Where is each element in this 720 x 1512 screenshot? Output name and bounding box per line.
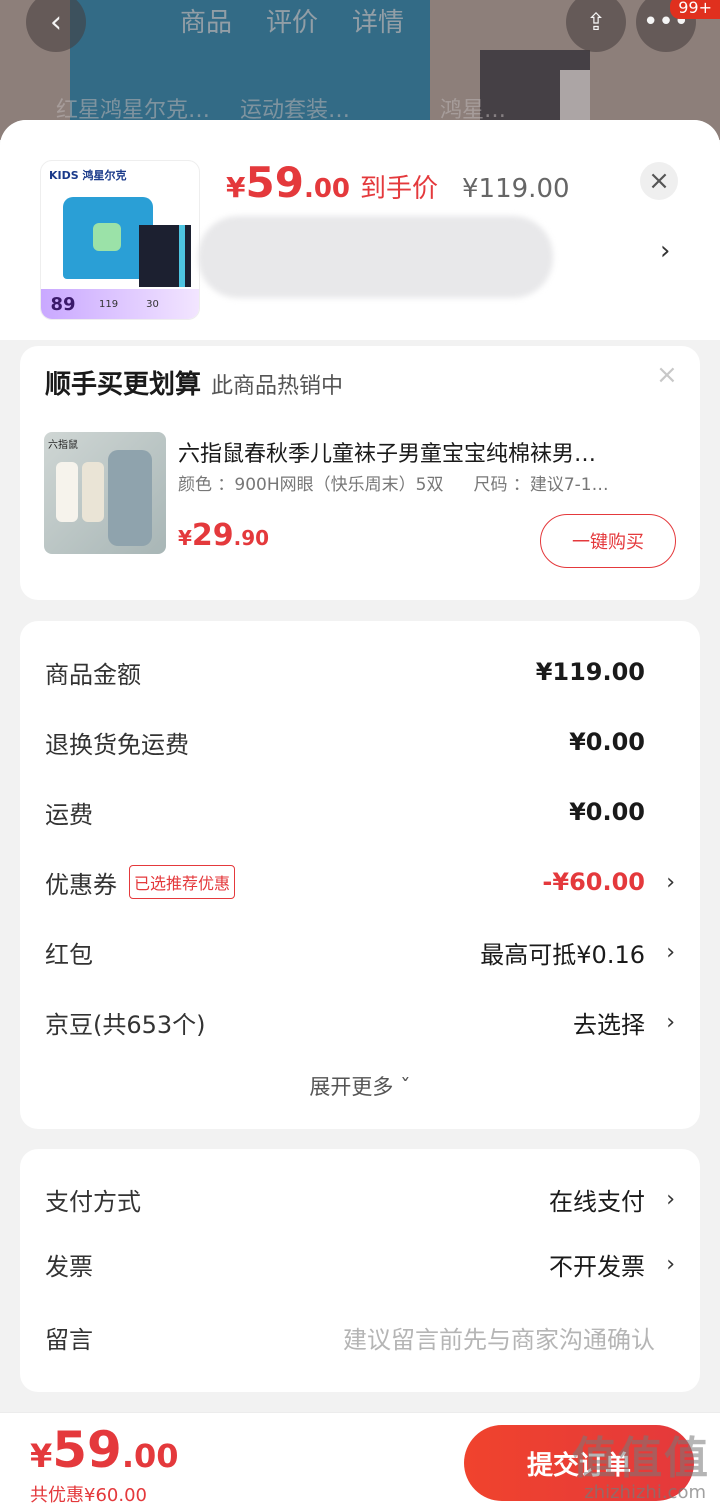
addon-close-icon[interactable]: × [656, 360, 678, 390]
addon-subtitle: 此商品热销中 [211, 374, 344, 399]
invoice-label: 发票 [45, 1252, 93, 1281]
addon-brand-label: 六指鼠 [48, 440, 78, 451]
cost-label: 京豆(共653个) [45, 1010, 206, 1039]
addon-card: 顺手买更划算 此商品热销中 × 六指鼠 六指鼠春秋季儿童袜子男童宝宝纯棉袜男… … [20, 346, 700, 600]
thumbnail-price-b: 30 [146, 298, 159, 310]
chevron-right-icon: › [666, 869, 675, 895]
payment-card: 支付方式 在线支付 › 发票 不开发票 › 留言 建议留言前先与商家沟通确认 [20, 1149, 700, 1392]
variant-selector-redacted[interactable] [198, 216, 553, 298]
message-row[interactable]: 留言 建议留言前先与商家沟通确认 [45, 1317, 675, 1357]
thumbnail-price-bar: 89 119 30 [41, 289, 199, 319]
cost-label: 红包 [45, 940, 93, 969]
coupon-value: -¥60.00 [542, 868, 645, 896]
addon-price-decimal: .90 [233, 526, 270, 550]
cost-label: 退换货免运费 [45, 730, 189, 759]
cost-label: 优惠券 [45, 870, 117, 899]
submit-order-button[interactable]: 提交订单 [464, 1425, 694, 1501]
sock-shape [82, 462, 104, 522]
total-savings: 共优惠¥60.00 [30, 1485, 147, 1506]
close-icon: × [648, 166, 670, 196]
cost-value: ¥119.00 [535, 658, 645, 686]
payment-label: 支付方式 [45, 1187, 141, 1216]
original-price: ¥119.00 [462, 174, 570, 204]
thumbnail-price-a: 119 [99, 298, 119, 310]
addon-product-image[interactable]: 六指鼠 [44, 432, 166, 554]
message-count-badge: 99+ [670, 0, 720, 19]
brand-logo: KIDS 鸿星尔克 [49, 169, 127, 182]
cost-row-coupon[interactable]: 优惠券 已选推荐优惠 -¥60.00 › [45, 862, 675, 902]
expand-more-button[interactable]: 展开更多 ˇ [20, 1071, 700, 1101]
total-price-symbol: ¥ [30, 1437, 53, 1475]
one-click-buy-button[interactable]: 一键购买 [540, 514, 676, 568]
tshirt-print [93, 223, 121, 251]
thumbnail-price-big: 89 [50, 293, 76, 315]
chevron-right-icon: › [666, 1186, 675, 1212]
cost-value: ¥0.00 [569, 728, 645, 756]
cost-breakdown-card: 商品金额 ¥119.00 退换货免运费 ¥0.00 运费 ¥0.00 优惠券 已… [20, 621, 700, 1129]
sock-shape [108, 450, 152, 546]
chevron-left-icon: ‹ [50, 4, 62, 40]
cost-row-shipping: 运费 ¥0.00 [45, 792, 675, 832]
payment-value: 在线支付 [549, 1187, 645, 1216]
chevron-right-icon: › [666, 1009, 675, 1035]
addon-price: ¥ 29 .90 [178, 518, 269, 553]
cost-row-jingdou[interactable]: 京豆(共653个) 去选择 › [45, 1002, 675, 1042]
addon-price-integer: 29 [191, 518, 234, 553]
sock-shape [56, 462, 78, 522]
cost-value: ¥0.00 [569, 798, 645, 826]
addon-color: 颜色 ：900H网眼（快乐周末）5双 [178, 475, 444, 495]
coupon-badge: 已选推荐优惠 [129, 865, 236, 899]
cost-value: 去选择 [573, 1010, 645, 1039]
checkout-bottom-bar: ¥ 59 .00 共优惠¥60.00 提交订单 [0, 1412, 720, 1512]
final-price: ¥ 59 .00 到手价 ¥119.00 [226, 158, 570, 207]
addon-title: 顺手买更划算 [45, 370, 202, 400]
checkout-sheet: KIDS 鸿星尔克 89 119 30 ¥ 59 .00 到手价 ¥119.00… [0, 120, 720, 1512]
addon-size: 尺码 ：建议7-1… [473, 475, 609, 495]
total-price-integer: 59 [52, 1421, 122, 1479]
chevron-right-icon[interactable]: › [660, 236, 670, 266]
chevron-right-icon: › [666, 939, 675, 965]
price-decimal: .00 [303, 174, 350, 204]
addon-price-symbol: ¥ [178, 526, 192, 550]
addon-product-name[interactable]: 六指鼠春秋季儿童袜子男童宝宝纯棉袜男… [178, 436, 678, 468]
invoice-value: 不开发票 [549, 1252, 645, 1281]
addon-header: 顺手买更划算 此商品热销中 [45, 364, 343, 401]
message-input[interactable]: 建议留言前先与商家沟通确认 [343, 1320, 655, 1355]
payment-method-row[interactable]: 支付方式 在线支付 › [45, 1179, 675, 1219]
invoice-row[interactable]: 发票 不开发票 › [45, 1244, 675, 1284]
product-thumbnail[interactable]: KIDS 鸿星尔克 89 119 30 [40, 160, 200, 320]
cost-label: 运费 [45, 800, 93, 829]
price-integer: 59 [245, 158, 304, 207]
cost-label: 商品金额 [45, 660, 141, 689]
background-product-page: 商品 评价 详情 红星鸿星尔克… 运动套装… 鸿星… ‹ ⇪ ••• 99+ [0, 0, 720, 140]
product-header: KIDS 鸿星尔克 89 119 30 ¥ 59 .00 到手价 ¥119.00… [0, 120, 720, 340]
share-icon: ⇪ [585, 8, 607, 36]
cost-row-return-shipping: 退换货免运费 ¥0.00 [45, 722, 675, 762]
message-label: 留言 [45, 1325, 93, 1354]
cost-row-subtotal: 商品金额 ¥119.00 [45, 652, 675, 692]
chevron-right-icon: › [666, 1251, 675, 1277]
price-symbol: ¥ [226, 171, 246, 204]
price-tag: 到手价 [360, 174, 439, 204]
addon-product-spec: 颜色 ：900H网眼（快乐周末）5双 尺码 ：建议7-1… [178, 470, 678, 495]
cost-row-red-packet[interactable]: 红包 最高可抵¥0.16 › [45, 932, 675, 972]
cost-value: 最高可抵¥0.16 [480, 940, 645, 969]
close-button[interactable]: × [640, 162, 678, 200]
shorts-stripe [179, 225, 185, 287]
total-price: ¥ 59 .00 [30, 1421, 179, 1479]
total-price-decimal: .00 [121, 1437, 179, 1475]
